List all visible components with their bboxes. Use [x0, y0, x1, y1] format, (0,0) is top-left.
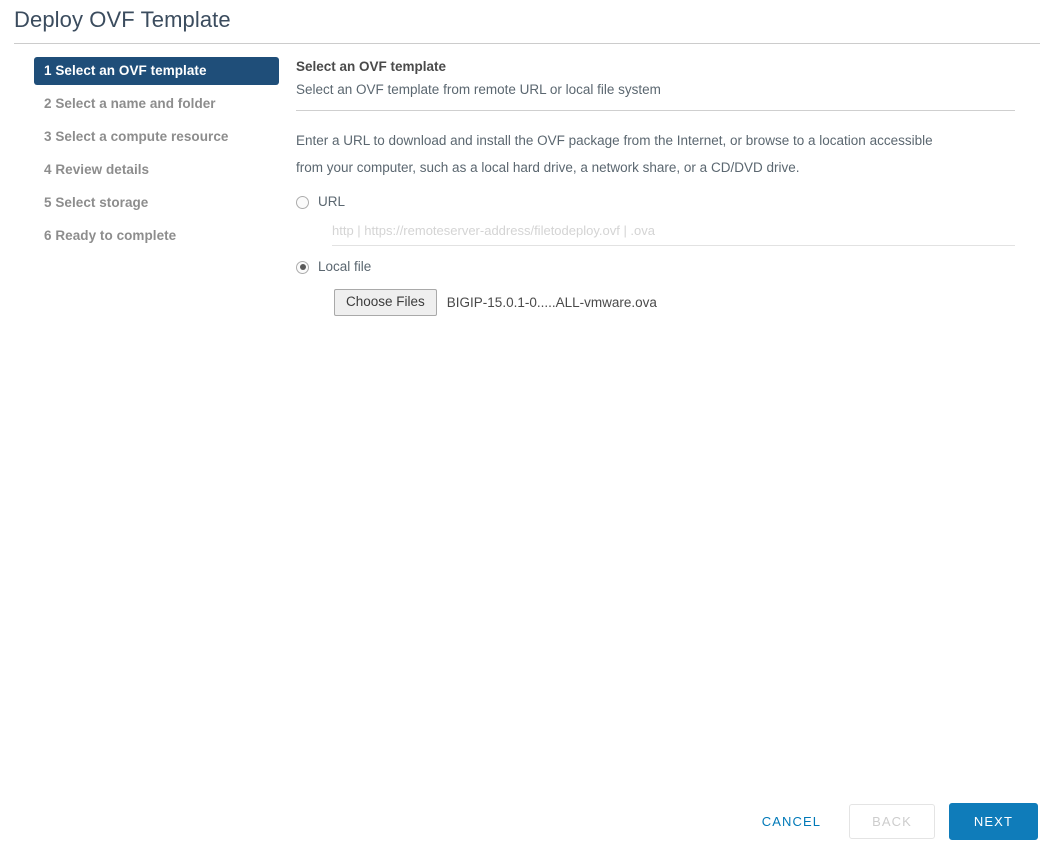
- panel-description: Enter a URL to download and install the …: [296, 127, 956, 181]
- url-radio-label: URL: [318, 194, 345, 210]
- main-panel: Select an OVF template Select an OVF tem…: [296, 57, 1015, 316]
- file-picker-row: Choose Files BIGIP-15.0.1-0.....ALL-vmwa…: [334, 289, 1015, 316]
- local-file-radio-icon[interactable]: [296, 261, 309, 274]
- sidebar-step-3[interactable]: 3 Select a compute resource: [34, 123, 279, 151]
- panel-divider: [296, 110, 1015, 111]
- url-radio-row[interactable]: URL: [296, 194, 1015, 210]
- sidebar-step-4[interactable]: 4 Review details: [34, 156, 279, 184]
- wizard-footer: CANCEL BACK NEXT: [748, 803, 1038, 840]
- next-button[interactable]: NEXT: [949, 803, 1038, 840]
- title-divider: [14, 43, 1040, 44]
- sidebar-step-5[interactable]: 5 Select storage: [34, 189, 279, 217]
- local-file-radio-row[interactable]: Local file: [296, 259, 1015, 275]
- local-file-radio-label: Local file: [318, 259, 371, 275]
- wizard-step-list: 1 Select an OVF template 2 Select a name…: [34, 57, 279, 255]
- url-input[interactable]: http | https://remoteserver-address/file…: [332, 222, 1015, 246]
- sidebar-step-2[interactable]: 2 Select a name and folder: [34, 90, 279, 118]
- page-title: Deploy OVF Template: [14, 7, 231, 33]
- url-radio-icon[interactable]: [296, 196, 309, 209]
- panel-heading: Select an OVF template: [296, 57, 1015, 77]
- panel-subheading: Select an OVF template from remote URL o…: [296, 79, 1015, 101]
- sidebar-step-6[interactable]: 6 Ready to complete: [34, 222, 279, 250]
- url-input-placeholder: http | https://remoteserver-address/file…: [332, 222, 1015, 240]
- sidebar-step-1[interactable]: 1 Select an OVF template: [34, 57, 279, 85]
- cancel-button[interactable]: CANCEL: [748, 806, 835, 837]
- back-button[interactable]: BACK: [849, 804, 935, 839]
- choose-files-button[interactable]: Choose Files: [334, 289, 437, 316]
- selected-file-name: BIGIP-15.0.1-0.....ALL-vmware.ova: [447, 294, 657, 312]
